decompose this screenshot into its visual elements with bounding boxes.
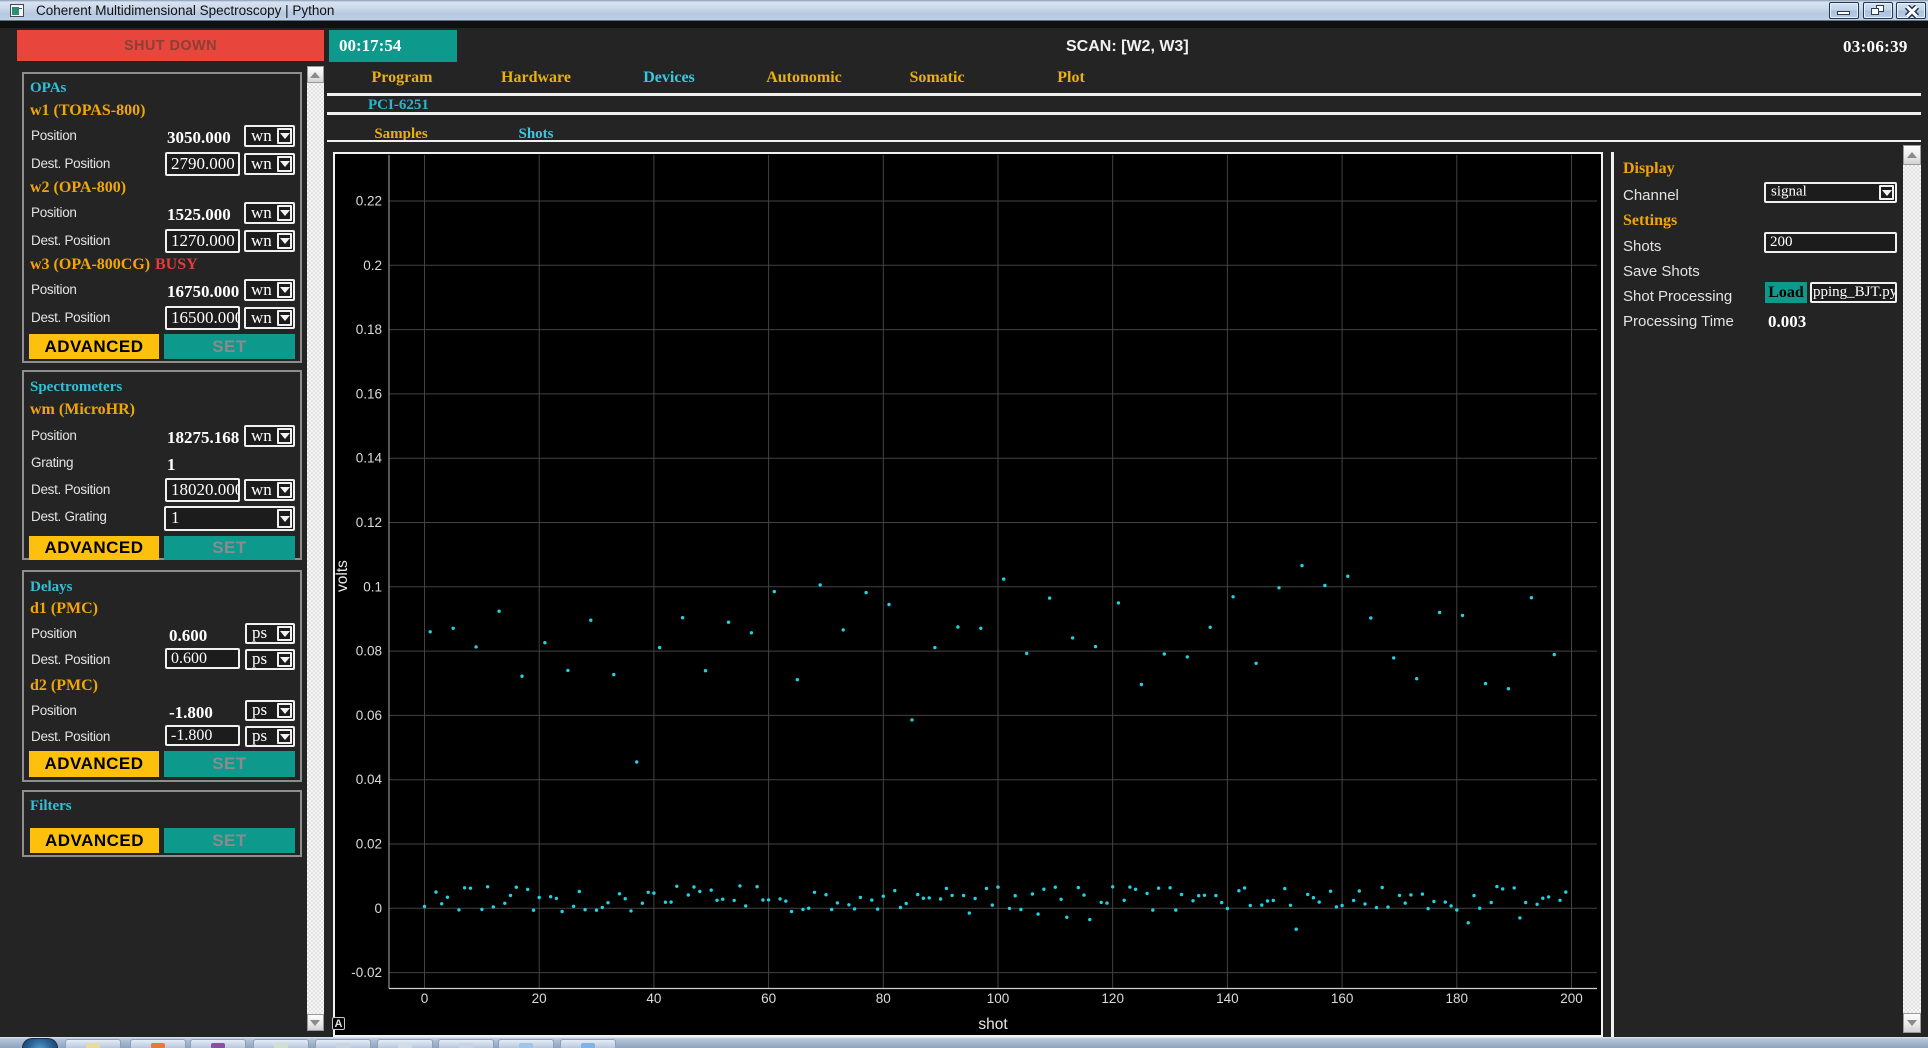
svg-text:-0.02: -0.02 xyxy=(351,965,382,980)
svg-text:volts: volts xyxy=(335,560,351,592)
svg-text:0.22: 0.22 xyxy=(356,194,382,209)
svg-text:0.2: 0.2 xyxy=(363,258,382,273)
svg-text:0.08: 0.08 xyxy=(356,644,382,659)
svg-text:120: 120 xyxy=(1101,991,1124,1006)
svg-text:shot: shot xyxy=(978,1016,1008,1033)
svg-text:160: 160 xyxy=(1331,991,1354,1006)
svg-text:0.12: 0.12 xyxy=(356,515,382,530)
svg-text:180: 180 xyxy=(1446,991,1469,1006)
svg-text:0.18: 0.18 xyxy=(356,322,382,337)
svg-text:0.02: 0.02 xyxy=(356,837,382,852)
svg-text:0.04: 0.04 xyxy=(356,772,383,787)
svg-text:0.14: 0.14 xyxy=(356,451,383,466)
svg-text:0.16: 0.16 xyxy=(356,386,382,401)
svg-text:100: 100 xyxy=(987,991,1010,1006)
svg-text:140: 140 xyxy=(1216,991,1239,1006)
svg-text:20: 20 xyxy=(532,991,547,1006)
svg-text:0: 0 xyxy=(421,991,429,1006)
svg-text:200: 200 xyxy=(1560,991,1583,1006)
svg-text:0.1: 0.1 xyxy=(363,579,382,594)
svg-text:40: 40 xyxy=(646,991,661,1006)
svg-text:80: 80 xyxy=(876,991,891,1006)
svg-text:0.06: 0.06 xyxy=(356,708,382,723)
svg-text:60: 60 xyxy=(761,991,776,1006)
svg-text:0: 0 xyxy=(374,901,382,916)
